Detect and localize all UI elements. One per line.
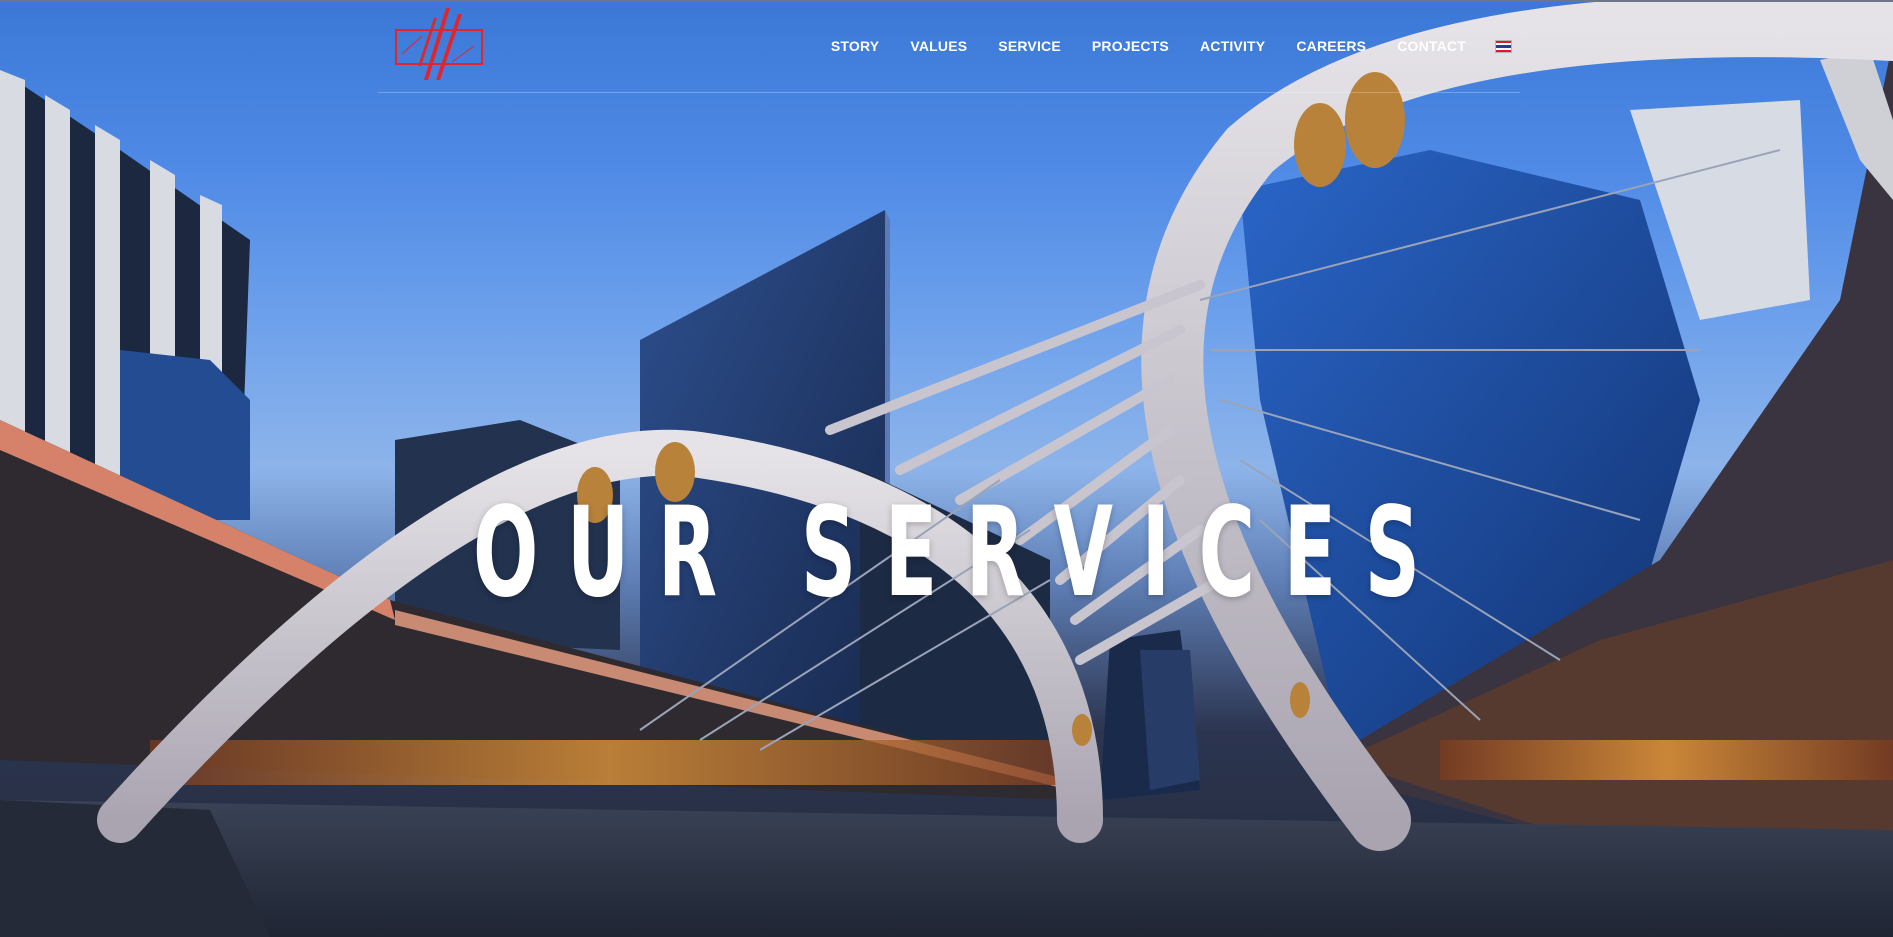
page-title: OUR SERVICES xyxy=(473,481,1449,626)
background-photo xyxy=(0,0,1893,937)
nav-projects[interactable]: PROJECTS xyxy=(1092,36,1169,56)
nav-activity[interactable]: ACTIVITY xyxy=(1200,36,1265,56)
thai-flag-icon[interactable] xyxy=(1495,39,1512,53)
hero-section: STORY VALUES SERVICE PROJECTS ACTIVITY C… xyxy=(0,0,1893,937)
nav-values[interactable]: VALUES xyxy=(910,36,967,56)
nav-careers[interactable]: CAREERS xyxy=(1296,36,1366,56)
main-navigation: STORY VALUES SERVICE PROJECTS ACTIVITY C… xyxy=(800,36,1512,56)
nav-contact[interactable]: CONTACT xyxy=(1397,36,1466,56)
site-header: STORY VALUES SERVICE PROJECTS ACTIVITY C… xyxy=(378,0,1520,93)
nav-service[interactable]: SERVICE xyxy=(998,36,1061,56)
company-logo[interactable] xyxy=(394,6,486,82)
nav-story[interactable]: STORY xyxy=(831,36,879,56)
